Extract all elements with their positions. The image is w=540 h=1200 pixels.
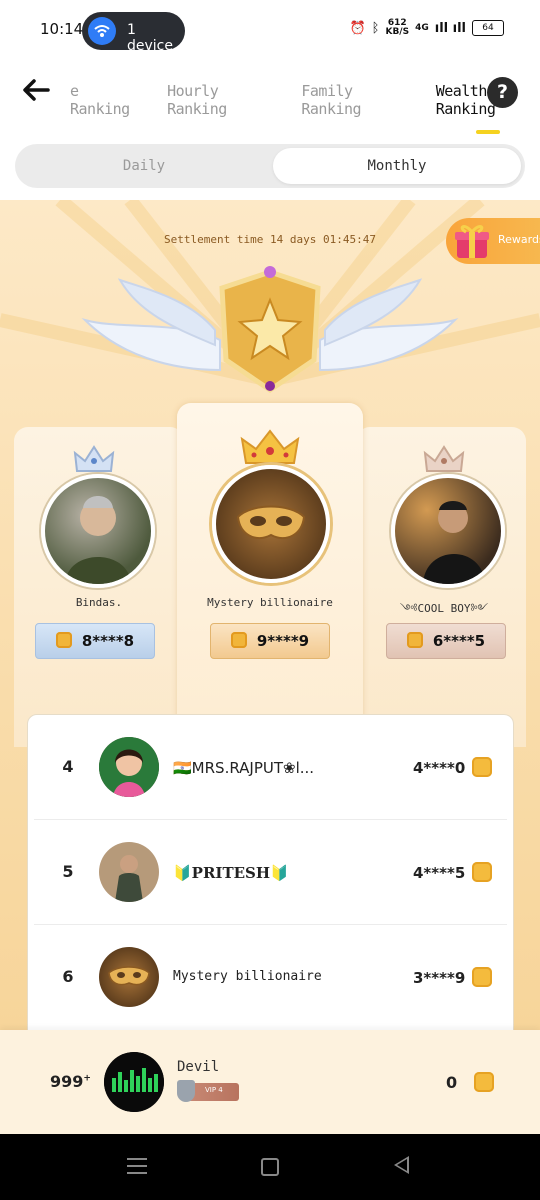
wifi-hotspot-icon	[88, 17, 116, 45]
podium-score: 6****5	[386, 623, 506, 659]
my-score: 0	[446, 1073, 458, 1092]
gold-crown-icon	[240, 429, 300, 464]
help-icon[interactable]: ?	[487, 77, 518, 108]
header: e Ranking Hourly Ranking Family Ranking …	[0, 60, 540, 200]
device-pill[interactable]: 1 device	[82, 12, 185, 54]
network-type: 4G	[415, 23, 429, 33]
user-score: 3****9	[413, 969, 466, 987]
home-icon[interactable]	[261, 1158, 279, 1176]
silver-crown-icon	[73, 445, 115, 472]
battery-icon: 64	[472, 20, 504, 36]
rank-number: 5	[62, 862, 74, 881]
status-icons: ⏰ ᛒ 612 KB/S 4G ıll ıll 64	[349, 19, 504, 37]
gold-medal-icon	[472, 757, 492, 777]
shield-icon	[177, 1080, 195, 1102]
period-daily[interactable]: Daily	[15, 144, 273, 188]
back-arrow-icon[interactable]	[22, 76, 50, 110]
status-bar: 10:14 1 device ⏰ ᛒ 612 KB/S 4G ıll ıll 6…	[0, 0, 540, 60]
gift-icon	[455, 225, 489, 258]
gold-medal-icon	[406, 632, 423, 648]
bronze-crown-icon	[423, 445, 465, 472]
tab-hourly-ranking[interactable]: Hourly Ranking	[167, 82, 271, 118]
my-rank-suffix: +	[83, 1073, 91, 1084]
rank-number: 6	[62, 967, 74, 986]
podium-score-value: 9****9	[256, 632, 310, 650]
podium-score-value: 6****5	[432, 632, 486, 650]
battery-level: 64	[482, 23, 494, 33]
rewards-button[interactable]: Rewards	[446, 218, 540, 264]
clock: 10:14	[40, 20, 84, 38]
my-rank-value: 999	[50, 1072, 84, 1091]
tab-family-ranking[interactable]: Family Ranking	[301, 82, 405, 118]
gold-medal-icon	[472, 862, 492, 882]
back-triangle-icon[interactable]	[394, 1156, 409, 1174]
vip-badge: VIP 4	[177, 1080, 239, 1102]
podium-card-first[interactable]: Mystery billionaire 9****9	[177, 403, 363, 743]
ranking-tabs: e Ranking Hourly Ranking Family Ranking …	[70, 82, 540, 134]
gold-medal-icon	[472, 967, 492, 987]
gold-medal-icon	[474, 1072, 494, 1092]
tab-e-ranking[interactable]: e Ranking	[70, 82, 137, 118]
user-name: 🔰PRITESH🔰	[173, 864, 289, 882]
user-score: 4****5	[413, 864, 466, 882]
user-score: 4****0	[413, 759, 466, 777]
net-speed: 612 KB/S	[385, 19, 409, 37]
podium-card-second[interactable]: Bindas. 8****8	[14, 427, 184, 747]
avatar	[99, 842, 159, 902]
avatar	[104, 1052, 164, 1112]
menu-icon[interactable]	[127, 1158, 147, 1174]
my-rank-bar[interactable]: 999+ Devil VIP 4 0	[0, 1030, 540, 1134]
avatar	[212, 465, 330, 583]
gold-medal-icon	[230, 632, 247, 648]
podium-score: 9****9	[210, 623, 330, 659]
rewards-label: Rewards	[498, 233, 540, 246]
device-pill-label: 1 device	[127, 22, 173, 54]
ranking-list: 4 🇮🇳MRS.RAJPUT❀l... 4****0 5 🔰PRITESH🔰 4…	[27, 714, 514, 1036]
user-name: Mystery billionaire	[173, 969, 322, 984]
signal-icon: ıll ıll	[434, 20, 466, 36]
rank-number: 4	[62, 757, 74, 776]
bluetooth-icon: ᛒ	[371, 20, 380, 36]
user-name: 🇮🇳MRS.RAJPUT❀l...	[173, 759, 315, 777]
system-nav-bar	[0, 1134, 540, 1200]
vip-label: VIP 4	[205, 1086, 223, 1094]
podium-name: Mystery billionaire	[207, 596, 333, 609]
podium-card-third[interactable]: ༺COOL BOY༻ 6****5	[356, 427, 526, 747]
list-item[interactable]: 4 🇮🇳MRS.RAJPUT❀l... 4****0	[28, 715, 513, 819]
period-monthly[interactable]: Monthly	[273, 148, 521, 184]
alarm-icon: ⏰	[349, 20, 366, 36]
avatar	[41, 474, 155, 588]
podium-score-value: 8****8	[81, 632, 135, 650]
my-rank: 999+	[50, 1072, 91, 1091]
avatar	[99, 737, 159, 797]
period-toggle: Daily Monthly	[15, 144, 525, 188]
gold-medal-icon	[55, 632, 72, 648]
net-speed-unit: KB/S	[385, 27, 410, 37]
podium-score: 8****8	[35, 623, 155, 659]
winged-shield-emblem	[81, 266, 459, 394]
list-item[interactable]: 6 Mystery billionaire 3****9	[28, 925, 513, 1029]
podium-name: Bindas.	[75, 596, 123, 609]
avatar	[391, 474, 505, 588]
my-name: Devil	[177, 1059, 220, 1075]
avatar	[99, 947, 159, 1007]
list-item[interactable]: 5 🔰PRITESH🔰 4****5	[28, 820, 513, 924]
